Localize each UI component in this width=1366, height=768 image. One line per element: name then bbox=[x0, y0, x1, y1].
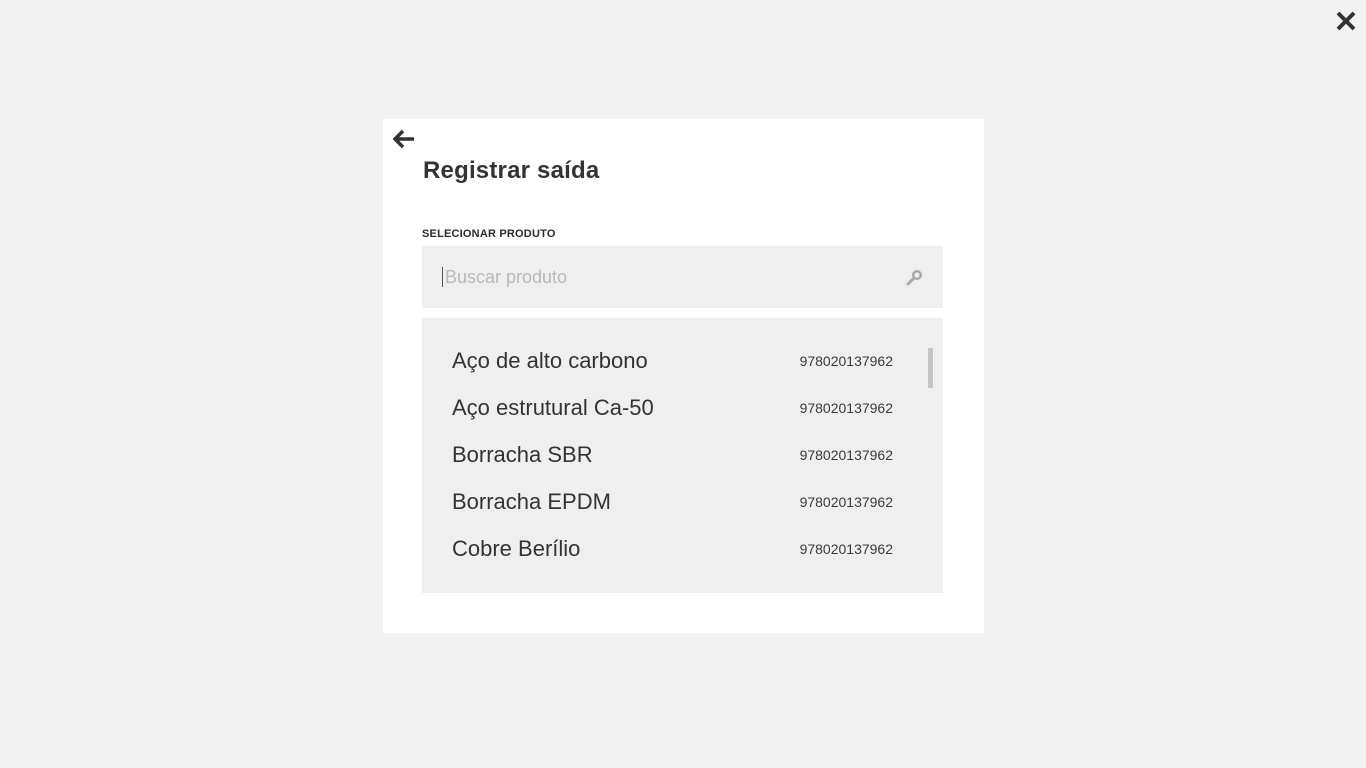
page-title: Registrar saída bbox=[423, 157, 600, 184]
product-code: 978020137962 bbox=[799, 400, 893, 416]
close-icon bbox=[1336, 11, 1356, 31]
product-code: 978020137962 bbox=[799, 494, 893, 510]
list-item[interactable]: Borracha SBR 978020137962 bbox=[452, 435, 893, 475]
list-item[interactable]: Aço de alto carbono 978020137962 bbox=[452, 341, 893, 381]
back-button[interactable] bbox=[392, 128, 416, 150]
product-name: Borracha SBR bbox=[452, 442, 593, 467]
product-code: 978020137962 bbox=[799, 447, 893, 463]
arrow-left-icon bbox=[393, 129, 414, 149]
product-name: Aço de alto carbono bbox=[452, 348, 648, 373]
list-item[interactable]: Borracha EPDM 978020137962 bbox=[452, 482, 893, 522]
product-name: Borracha EPDM bbox=[452, 489, 611, 514]
close-button[interactable] bbox=[1333, 8, 1359, 34]
scrollbar-thumb[interactable] bbox=[928, 348, 933, 388]
search-box bbox=[422, 246, 943, 308]
product-code: 978020137962 bbox=[799, 541, 893, 557]
search-icon[interactable] bbox=[906, 268, 924, 286]
product-field-label: SELECIONAR PRODUTO bbox=[422, 228, 556, 240]
search-input[interactable] bbox=[442, 267, 882, 287]
list-item[interactable]: Aço estrutural Ca-50 978020137962 bbox=[452, 388, 893, 428]
list-item[interactable]: Cobre Berílio 978020137962 bbox=[452, 529, 893, 569]
product-name: Cobre Berílio bbox=[452, 536, 581, 561]
product-code: 978020137962 bbox=[799, 353, 893, 369]
register-exit-modal: Registrar saída SELECIONAR PRODUTO Aço d… bbox=[383, 119, 984, 633]
product-name: Aço estrutural Ca-50 bbox=[452, 395, 654, 420]
product-list[interactable]: Aço de alto carbono 978020137962 Aço est… bbox=[422, 318, 943, 593]
